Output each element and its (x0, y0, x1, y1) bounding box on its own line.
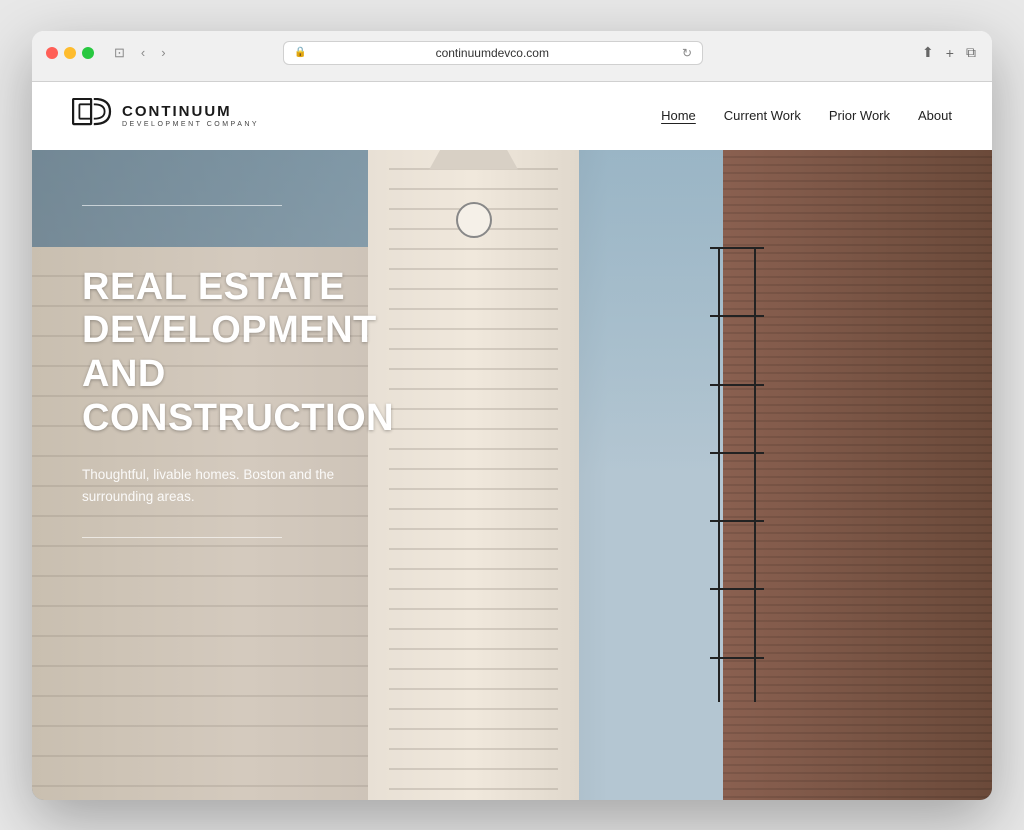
browser-actions: ⬆ + ⧉ (920, 42, 978, 63)
new-tab-button[interactable]: + (944, 43, 956, 63)
sidebar-toggle[interactable]: ⊡ (110, 44, 129, 61)
building-right (723, 150, 992, 800)
logo[interactable]: CONTINUUM DEVELOPMENT COMPANY (72, 98, 259, 134)
hero-content: REAL ESTATE DEVELOPMENT AND CONSTRUCTION… (32, 150, 512, 800)
maximize-button[interactable] (82, 47, 94, 59)
hero-subtext: Thoughtful, livable homes. Boston and th… (82, 464, 362, 507)
hero-divider-top (82, 205, 282, 206)
nav-about-link[interactable]: About (918, 108, 952, 123)
address-bar[interactable]: 🔒 continuumdevco.com ↻ (283, 41, 703, 65)
logo-icon (72, 98, 112, 134)
hero-heading-line2: DEVELOPMENT (82, 309, 377, 351)
browser-chrome: ⊡ ‹ › 🔒 continuumdevco.com ↻ ⬆ + ⧉ (32, 31, 992, 82)
fire-escape (710, 247, 764, 702)
logo-name: CONTINUUM (122, 104, 259, 119)
nav-item-about[interactable]: About (918, 107, 952, 125)
forward-button[interactable]: › (157, 44, 169, 61)
hero-section: REAL ESTATE DEVELOPMENT AND CONSTRUCTION… (32, 150, 992, 800)
reload-icon[interactable]: ↻ (682, 46, 692, 60)
fire-escape-step (710, 452, 764, 454)
logo-text: CONTINUUM DEVELOPMENT COMPANY (122, 104, 259, 128)
back-button[interactable]: ‹ (137, 44, 149, 61)
windows-button[interactable]: ⧉ (964, 42, 978, 63)
browser-window: ⊡ ‹ › 🔒 continuumdevco.com ↻ ⬆ + ⧉ (32, 31, 992, 800)
url-text: continuumdevco.com (313, 46, 672, 60)
fire-escape-step (710, 657, 764, 659)
share-button[interactable]: ⬆ (920, 42, 936, 63)
site-navigation: CONTINUUM DEVELOPMENT COMPANY Home Curre… (32, 82, 992, 150)
hero-heading-line1: REAL ESTATE (82, 266, 345, 308)
nav-current-work-link[interactable]: Current Work (724, 108, 801, 123)
nav-item-prior-work[interactable]: Prior Work (829, 107, 890, 125)
nav-links: Home Current Work Prior Work About (661, 107, 952, 125)
website-content: CONTINUUM DEVELOPMENT COMPANY Home Curre… (32, 82, 992, 800)
logo-subtitle: DEVELOPMENT COMPANY (122, 121, 259, 128)
fire-escape-step (710, 384, 764, 386)
browser-controls: ⊡ ‹ › (110, 44, 170, 61)
hero-heading: REAL ESTATE DEVELOPMENT AND CONSTRUCTION (82, 266, 462, 441)
fire-escape-step (710, 588, 764, 590)
minimize-button[interactable] (64, 47, 76, 59)
fire-escape-step (710, 315, 764, 317)
fire-escape-step (710, 247, 764, 249)
fire-escape-step (710, 520, 764, 522)
hero-heading-line3: AND CONSTRUCTION (82, 353, 394, 439)
nav-home-link[interactable]: Home (661, 108, 696, 123)
nav-item-home[interactable]: Home (661, 107, 696, 125)
nav-item-current-work[interactable]: Current Work (724, 107, 801, 125)
hero-divider-bottom (82, 537, 282, 538)
nav-prior-work-link[interactable]: Prior Work (829, 108, 890, 123)
traffic-lights (46, 47, 94, 59)
lock-icon: 🔒 (294, 47, 306, 58)
close-button[interactable] (46, 47, 58, 59)
